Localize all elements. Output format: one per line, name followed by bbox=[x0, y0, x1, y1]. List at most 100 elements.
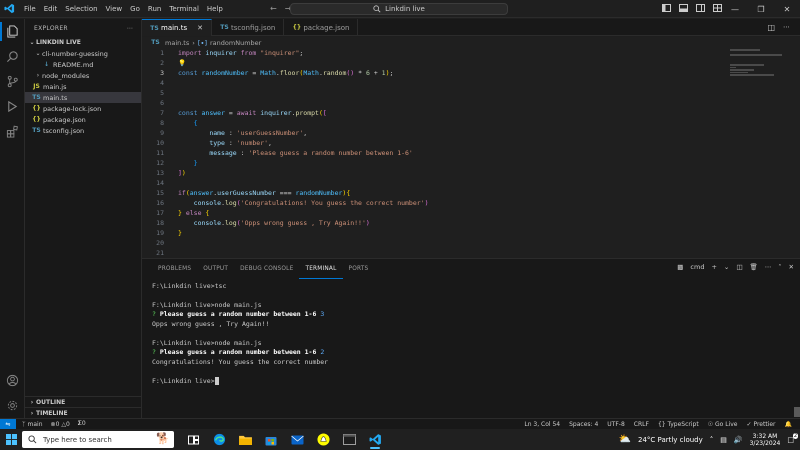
task-view-icon[interactable] bbox=[184, 431, 202, 449]
menu-terminal[interactable]: Terminal bbox=[165, 5, 203, 13]
encoding[interactable]: UTF-8 bbox=[607, 421, 625, 428]
chevron-right-icon: › bbox=[36, 72, 40, 79]
tree-item-package-lock[interactable]: {} package-lock.json bbox=[25, 103, 141, 114]
json-file-icon: {} bbox=[292, 24, 302, 31]
tab-problems[interactable]: PROBLEMS bbox=[152, 259, 197, 279]
tree-item-main-ts[interactable]: TS main.ts bbox=[25, 92, 141, 103]
breadcrumb-file[interactable]: main.ts bbox=[165, 39, 189, 47]
tab-tsconfig[interactable]: TS tsconfig.json bbox=[212, 19, 285, 36]
close-icon[interactable]: ✕ bbox=[774, 0, 800, 18]
command-center-search[interactable]: Linkdin live bbox=[290, 3, 508, 15]
menu-go[interactable]: Go bbox=[126, 5, 144, 13]
cursor-position[interactable]: Ln 3, Col 54 bbox=[524, 421, 560, 428]
microsoft-store-icon[interactable] bbox=[262, 431, 280, 449]
code-line: 5 bbox=[142, 88, 742, 98]
edge-browser-icon[interactable] bbox=[210, 431, 228, 449]
menu-help[interactable]: Help bbox=[203, 5, 227, 13]
tree-item-label: tsconfig.json bbox=[43, 126, 85, 135]
toggle-sidebar-icon[interactable] bbox=[662, 4, 671, 12]
prettier[interactable]: ✓ Prettier bbox=[746, 421, 775, 428]
breadcrumb-symbol[interactable]: randomNumber bbox=[210, 39, 261, 47]
snapchat-icon[interactable] bbox=[314, 431, 332, 449]
tab-ports[interactable]: PORTS bbox=[343, 259, 375, 279]
file-explorer-icon[interactable] bbox=[236, 431, 254, 449]
branch-status[interactable]: ᛉ main bbox=[22, 421, 43, 428]
network-icon[interactable]: ▤ bbox=[720, 436, 727, 444]
new-terminal-icon[interactable]: + bbox=[711, 263, 716, 271]
vscode-taskbar-icon[interactable] bbox=[366, 431, 384, 449]
weather-text[interactable]: 24°C Partly cloudy bbox=[638, 436, 703, 444]
tree-item-readme[interactable]: ↓ README.md bbox=[25, 59, 141, 70]
tree-item-tsconfig[interactable]: TS tsconfig.json bbox=[25, 125, 141, 136]
notification-count: 2 bbox=[792, 432, 798, 439]
chevron-down-icon[interactable]: ⌄ bbox=[724, 263, 729, 271]
terminal-output[interactable]: F:\Linkdin live>tsc F:\Linkdin live>node… bbox=[152, 281, 328, 386]
language-mode[interactable]: {} TypeScript bbox=[658, 421, 699, 428]
bell-icon[interactable]: 🔔 bbox=[785, 421, 792, 428]
explorer-icon[interactable] bbox=[0, 19, 25, 44]
tree-item-cli-number-guessing[interactable]: ⌄ cli-number-guessing bbox=[25, 48, 141, 59]
customize-layout-icon[interactable] bbox=[713, 4, 722, 12]
indentation[interactable]: Spaces: 4 bbox=[569, 421, 598, 428]
close-tab-icon[interactable]: ✕ bbox=[197, 24, 203, 32]
tab-debug-console[interactable]: DEBUG CONSOLE bbox=[234, 259, 299, 279]
split-terminal-icon[interactable]: ◫ bbox=[736, 263, 742, 271]
workspace-root[interactable]: ⌄ LINKDIN LIVE bbox=[25, 37, 141, 48]
mail-icon[interactable] bbox=[288, 431, 306, 449]
toggle-panel-icon[interactable] bbox=[679, 4, 688, 12]
settings-gear-icon[interactable] bbox=[0, 393, 25, 418]
menu-run[interactable]: Run bbox=[144, 5, 165, 13]
tab-package-json[interactable]: {} package.json bbox=[284, 19, 359, 36]
terminal-app-icon[interactable] bbox=[340, 431, 358, 449]
account-icon[interactable] bbox=[0, 368, 25, 393]
source-control-icon[interactable] bbox=[0, 69, 25, 94]
more-actions-icon[interactable]: ⋯ bbox=[783, 23, 790, 31]
chevron-up-icon[interactable]: ˄ bbox=[710, 436, 714, 444]
more-actions-icon[interactable]: ⋯ bbox=[127, 25, 133, 32]
run-debug-icon[interactable] bbox=[0, 94, 25, 119]
lightbulb-icon[interactable]: 💡 bbox=[178, 59, 186, 67]
minimize-icon[interactable]: — bbox=[722, 0, 748, 18]
trash-icon[interactable]: 🗑 bbox=[750, 263, 758, 271]
terminal-line: Congratulations! You guess the correct n… bbox=[152, 357, 329, 366]
terminal-blank bbox=[152, 291, 328, 301]
terminal-scrollbar[interactable] bbox=[794, 407, 800, 417]
maximize-panel-icon[interactable]: ˄ bbox=[778, 263, 781, 271]
outline-section[interactable]: › OUTLINE bbox=[25, 396, 141, 407]
menu-edit[interactable]: Edit bbox=[40, 5, 62, 13]
menu-view[interactable]: View bbox=[102, 5, 127, 13]
tab-terminal[interactable]: TERMINAL bbox=[299, 259, 343, 279]
tab-main-ts[interactable]: TS main.ts ✕ bbox=[142, 19, 212, 36]
menu-selection[interactable]: Selection bbox=[61, 5, 101, 13]
search-sidebar-icon[interactable] bbox=[0, 44, 25, 69]
tree-item-main-js[interactable]: JS main.js bbox=[25, 81, 141, 92]
tab-output[interactable]: OUTPUT bbox=[197, 259, 234, 279]
code-editor[interactable]: 1 import inquirer from "inquirer"; 2 💡 3 co… bbox=[142, 48, 800, 258]
notification-badge[interactable]: □ 2 bbox=[787, 432, 798, 444]
chevron-right-icon: › bbox=[30, 398, 34, 406]
remote-icon[interactable]: ⇋ bbox=[0, 418, 16, 430]
tree-item-package-json[interactable]: {} package.json bbox=[25, 114, 141, 125]
minimap[interactable] bbox=[730, 48, 786, 88]
volume-icon[interactable]: 🔊 bbox=[734, 436, 743, 444]
windows-start-icon[interactable] bbox=[0, 429, 22, 450]
toggle-secondary-sidebar-icon[interactable] bbox=[696, 4, 705, 12]
end-of-line[interactable]: CRLF bbox=[634, 421, 649, 428]
back-arrow-icon[interactable]: ← bbox=[270, 4, 277, 13]
clock[interactable]: 3:32 AM 3/23/2024 bbox=[750, 433, 781, 447]
split-editor-icon[interactable]: ◫ bbox=[767, 23, 775, 32]
tree-item-node-modules[interactable]: › node_modules bbox=[25, 70, 141, 81]
timeline-section[interactable]: › TIMELINE bbox=[25, 407, 141, 418]
terminal-shell-name[interactable]: cmd bbox=[690, 263, 704, 271]
ports-status[interactable]: 𝚺0 bbox=[78, 420, 86, 428]
problems-status[interactable]: ⊗0 △0 bbox=[51, 421, 70, 428]
menu-file[interactable]: File bbox=[20, 5, 40, 13]
taskbar-search[interactable]: Type here to search 🐕 bbox=[22, 431, 174, 448]
go-live[interactable]: ☉ Go Live bbox=[708, 421, 738, 428]
close-panel-icon[interactable]: ✕ bbox=[789, 263, 794, 271]
more-actions-icon[interactable]: ⋯ bbox=[765, 263, 772, 271]
extensions-icon[interactable] bbox=[0, 119, 25, 144]
maximize-icon[interactable]: ❐ bbox=[748, 0, 774, 18]
terminal-actions: ▩ cmd + ⌄ ◫ 🗑 ⋯ ˄ ✕ bbox=[677, 263, 794, 271]
editor-scrollbar[interactable] bbox=[794, 48, 800, 258]
